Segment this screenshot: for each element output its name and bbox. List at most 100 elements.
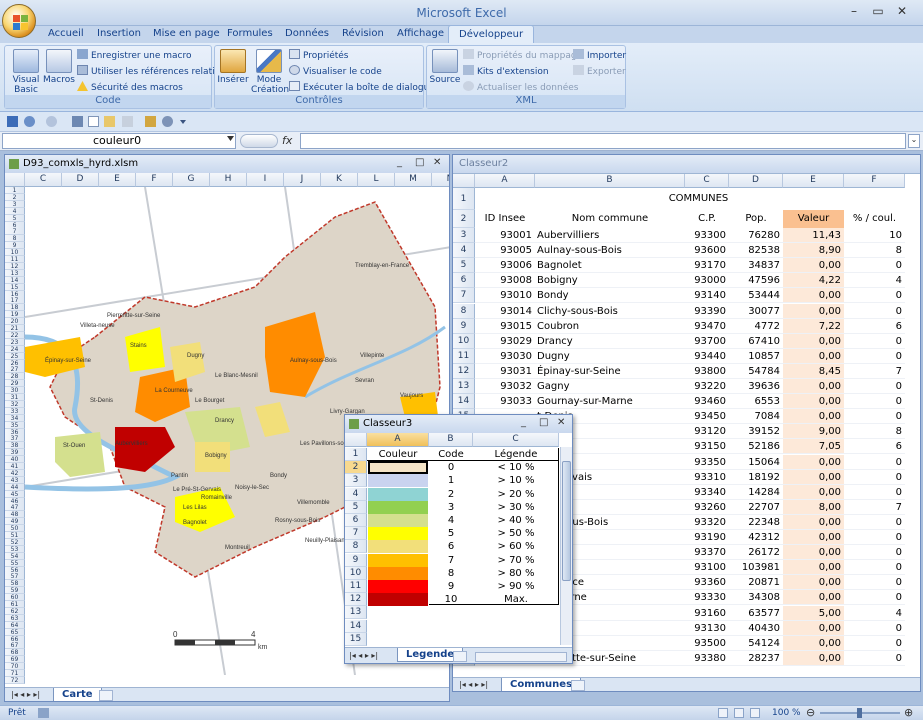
- legend-header[interactable]: Légende: [473, 448, 559, 461]
- table-cell[interactable]: 93450: [685, 409, 729, 425]
- vertical-scrollbar[interactable]: [560, 447, 572, 645]
- column-header[interactable]: A: [367, 433, 429, 447]
- design-icon[interactable]: [145, 116, 156, 127]
- table-cell[interactable]: Aulnay-sous-Bois: [535, 243, 685, 259]
- legend-label[interactable]: > 40 %: [473, 514, 559, 527]
- column-label[interactable]: Nom commune: [535, 210, 685, 228]
- table-cell[interactable]: 22707: [729, 500, 783, 515]
- table-cell[interactable]: 93440: [685, 349, 729, 364]
- table-cell[interactable]: 93015: [475, 319, 535, 334]
- name-box[interactable]: couleur0: [2, 133, 236, 149]
- table-cell[interactable]: 0: [844, 304, 905, 319]
- table-cell[interactable]: 93460: [685, 394, 729, 410]
- table-cell[interactable]: 93370: [685, 545, 729, 561]
- page-layout-icon[interactable]: [734, 708, 744, 718]
- redo-icon[interactable]: [46, 116, 57, 127]
- table-cell[interactable]: 0: [844, 636, 905, 651]
- row-header[interactable]: 11: [453, 348, 475, 364]
- table-cell[interactable]: 0,00: [783, 635, 844, 651]
- column-header[interactable]: G: [173, 173, 210, 187]
- table-cell[interactable]: 11,43: [783, 228, 844, 244]
- table-cell[interactable]: Bondy: [535, 288, 685, 304]
- table-cell[interactable]: 7,05: [783, 439, 844, 455]
- table-cell[interactable]: Gagny: [535, 379, 685, 395]
- formula-controls[interactable]: [240, 134, 278, 148]
- table-cell[interactable]: 9,00: [783, 424, 844, 440]
- row-header[interactable]: 2: [453, 210, 475, 228]
- table-cell[interactable]: 0,00: [783, 575, 844, 591]
- table-cell[interactable]: 6553: [729, 394, 783, 410]
- sheet-tab-communes[interactable]: Communes: [501, 678, 582, 691]
- column-label[interactable]: Valeur: [783, 210, 844, 228]
- table-cell[interactable]: 4772: [729, 319, 783, 334]
- table-cell[interactable]: 93350: [685, 455, 729, 470]
- table-cell[interactable]: 93000: [685, 273, 729, 289]
- page-break-icon[interactable]: [750, 708, 760, 718]
- legend-code[interactable]: 9: [429, 580, 473, 593]
- row-header[interactable]: 13: [345, 606, 367, 620]
- zoom-level[interactable]: 100 %: [772, 708, 801, 718]
- table-cell[interactable]: 93170: [685, 258, 729, 274]
- row-header[interactable]: 10: [453, 333, 475, 349]
- table-cell[interactable]: 8,00: [783, 499, 844, 515]
- column-label[interactable]: ID Insee: [475, 210, 535, 228]
- normal-view-icon[interactable]: [718, 708, 728, 718]
- table-cell[interactable]: 0,00: [783, 394, 844, 410]
- table-cell[interactable]: 93380: [685, 651, 729, 666]
- color-swatch[interactable]: [368, 566, 428, 580]
- row-header[interactable]: 72: [5, 676, 25, 684]
- insert-sheet-icon[interactable]: [453, 651, 467, 662]
- table-cell[interactable]: 4: [844, 606, 905, 621]
- table-cell[interactable]: 93320: [685, 515, 729, 530]
- table-cell[interactable]: 93150: [685, 439, 729, 455]
- table-cell[interactable]: Coubron: [535, 319, 685, 334]
- table-cell[interactable]: 93220: [685, 379, 729, 395]
- row-header[interactable]: 2: [345, 461, 367, 475]
- table-cell[interactable]: 8: [844, 243, 905, 259]
- tab-mise-en-page[interactable]: Mise en page: [153, 28, 220, 39]
- table-cell[interactable]: 67410: [729, 334, 783, 349]
- column-header[interactable]: I: [247, 173, 284, 187]
- insert-control-button[interactable]: Insérer: [217, 49, 249, 85]
- table-cell[interactable]: 93300: [685, 228, 729, 244]
- relative-references-button[interactable]: Utiliser les références relatives: [77, 65, 230, 78]
- row-header[interactable]: 13: [453, 379, 475, 395]
- row-header[interactable]: 8: [345, 540, 367, 554]
- table-cell[interactable]: 93310: [685, 470, 729, 485]
- table-cell[interactable]: 93005: [475, 243, 535, 259]
- map-properties-button[interactable]: Propriétés du mappage: [463, 49, 582, 62]
- insert-function-button[interactable]: fx: [282, 134, 292, 147]
- tab-formules[interactable]: Formules: [227, 28, 273, 39]
- table-cell[interactable]: 18192: [729, 470, 783, 485]
- table-cell[interactable]: 93001: [475, 228, 535, 244]
- table-cell[interactable]: 53444: [729, 288, 783, 304]
- row-header[interactable]: 6: [345, 514, 367, 527]
- minimize-button[interactable]: –: [844, 4, 864, 18]
- column-label[interactable]: Pop.: [729, 210, 783, 228]
- table-cell[interactable]: 8,90: [783, 243, 844, 259]
- table-cell[interactable]: 0,00: [783, 333, 844, 349]
- sheet-nav-icon[interactable]: |◂ ◂ ▸ ▸|: [459, 680, 488, 689]
- view-code-button[interactable]: Visualiser le code: [289, 65, 382, 78]
- row-header[interactable]: 6: [453, 273, 475, 289]
- table-cell[interactable]: 8,45: [783, 363, 844, 379]
- table-cell[interactable]: 0,00: [783, 650, 844, 666]
- macros-button[interactable]: Macros: [43, 49, 75, 85]
- table-cell[interactable]: 82538: [729, 243, 783, 259]
- table-cell[interactable]: 10857: [729, 349, 783, 364]
- column-header[interactable]: M: [395, 173, 432, 187]
- table-cell[interactable]: 7084: [729, 409, 783, 425]
- record-macro-button[interactable]: Enregistrer une macro: [77, 49, 192, 62]
- column-header[interactable]: C: [25, 173, 62, 187]
- table-cell[interactable]: Dugny: [535, 349, 685, 364]
- refresh-data-button[interactable]: Actualiser les données: [463, 81, 578, 94]
- table-cell[interactable]: 0,00: [783, 303, 844, 319]
- column-header[interactable]: F: [844, 174, 905, 188]
- table-cell[interactable]: 93100: [685, 560, 729, 576]
- tab-accueil[interactable]: Accueil: [48, 28, 84, 39]
- close-button[interactable]: ✕: [892, 4, 912, 18]
- legend-code[interactable]: 4: [429, 514, 473, 527]
- table-cell[interactable]: 15064: [729, 455, 783, 470]
- color-swatch[interactable]: [368, 527, 428, 541]
- table-cell[interactable]: 39152: [729, 424, 783, 440]
